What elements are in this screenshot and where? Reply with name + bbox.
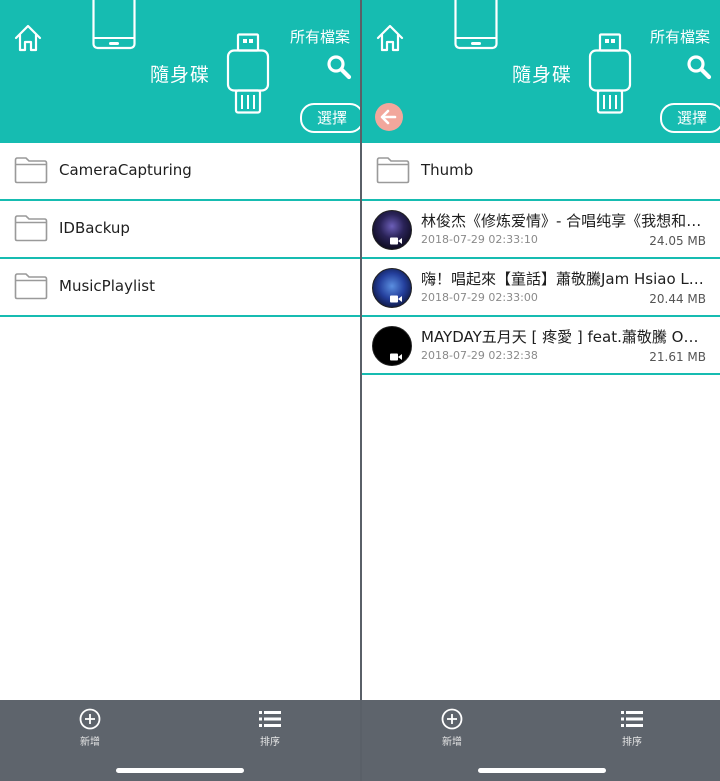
usb-drive-icon (226, 33, 270, 114)
all-files-button[interactable]: 所有檔案 (290, 26, 350, 47)
home-indicator (116, 768, 244, 773)
back-button[interactable] (375, 103, 403, 131)
bottom-toolbar: 新增 排序 (0, 700, 360, 781)
usb-drive-icon (588, 33, 632, 114)
file-size: 20.44 MB (649, 292, 706, 306)
sort-label: 排序 (260, 737, 280, 748)
file-size: 24.05 MB (649, 234, 706, 248)
select-button[interactable]: 選擇 (300, 103, 360, 133)
file-list: CameraCapturing IDBackup MusicPlaylist (0, 143, 360, 317)
video-list-item[interactable]: 林俊杰《修炼爱情》- 合唱纯享《我想和你唱》 2018-07-29 02:33:… (362, 201, 720, 259)
folder-name: CameraCapturing (59, 161, 192, 179)
add-button[interactable]: 新增 (422, 708, 482, 748)
sort-button[interactable]: 排序 (602, 708, 662, 748)
video-camera-icon (390, 353, 402, 361)
folder-icon (14, 215, 48, 242)
video-thumbnail (372, 210, 412, 250)
sort-button[interactable]: 排序 (240, 708, 300, 748)
file-list: Thumb 林俊杰《修炼爱情》- 合唱纯享《我想和你唱》 2018-07-29 … (362, 143, 720, 375)
list-item[interactable]: MusicPlaylist (0, 259, 360, 317)
header: 隨身碟 所有檔案 選擇 (0, 0, 360, 143)
file-title: 嗨！唱起來【童話】蕭敬騰Jam Hsiao Live (421, 270, 705, 288)
add-label: 新增 (80, 737, 100, 748)
phone-icon (454, 0, 498, 50)
file-date: 2018-07-29 02:33:10 (421, 233, 538, 246)
page-title: 隨身碟 (150, 64, 211, 86)
drive-screen-root-folder: 隨身碟 所有檔案 選擇 CameraCapturing IDBackup Mus… (0, 0, 360, 781)
file-date: 2018-07-29 02:33:00 (421, 291, 538, 304)
search-icon[interactable] (326, 54, 352, 80)
add-button[interactable]: 新增 (60, 708, 120, 748)
file-size: 21.61 MB (649, 350, 706, 364)
file-date: 2018-07-29 02:32:38 (421, 349, 538, 362)
home-indicator (478, 768, 606, 773)
list-icon (259, 711, 281, 727)
plus-circle-icon (79, 708, 101, 730)
folder-icon (376, 157, 410, 184)
folder-name: MusicPlaylist (59, 277, 155, 295)
list-item[interactable]: IDBackup (0, 201, 360, 259)
video-camera-icon (390, 237, 402, 245)
home-icon[interactable] (374, 22, 406, 54)
video-thumbnail (372, 268, 412, 308)
select-button[interactable]: 選擇 (660, 103, 720, 133)
list-item[interactable]: CameraCapturing (0, 143, 360, 201)
video-list-item[interactable]: 嗨！唱起來【童話】蕭敬騰Jam Hsiao Live 2018-07-29 02… (362, 259, 720, 317)
drive-screen-subfolder: 隨身碟 所有檔案 選擇 Thumb 林俊杰《修炼爱情》- 合唱纯享《我想和你唱》… (362, 0, 720, 781)
header: 隨身碟 所有檔案 選擇 (362, 0, 720, 143)
video-thumbnail (372, 326, 412, 366)
search-icon[interactable] (686, 54, 712, 80)
plus-circle-icon (441, 708, 463, 730)
file-title: 林俊杰《修炼爱情》- 合唱纯享《我想和你唱》 (421, 212, 705, 230)
sort-label: 排序 (622, 737, 642, 748)
video-camera-icon (390, 295, 402, 303)
home-icon[interactable] (12, 22, 44, 54)
back-arrow-icon (380, 109, 397, 125)
folder-icon (14, 157, 48, 184)
video-list-item[interactable]: MAYDAY五月天 [ 疼愛 ] feat.蕭敬騰 Official 2018-… (362, 317, 720, 375)
all-files-button[interactable]: 所有檔案 (650, 26, 710, 47)
folder-name: Thumb (421, 161, 474, 179)
folder-icon (14, 273, 48, 300)
add-label: 新增 (442, 737, 462, 748)
bottom-toolbar: 新增 排序 (362, 700, 720, 781)
list-icon (621, 711, 643, 727)
folder-name: IDBackup (59, 219, 130, 237)
list-item[interactable]: Thumb (362, 143, 720, 201)
page-title: 隨身碟 (512, 64, 573, 86)
file-title: MAYDAY五月天 [ 疼愛 ] feat.蕭敬騰 Official (421, 328, 705, 346)
phone-icon (92, 0, 136, 50)
